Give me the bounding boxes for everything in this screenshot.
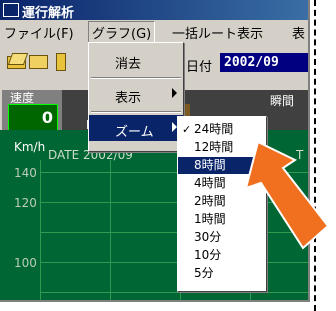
pointer-arrow-icon: [244, 140, 330, 250]
